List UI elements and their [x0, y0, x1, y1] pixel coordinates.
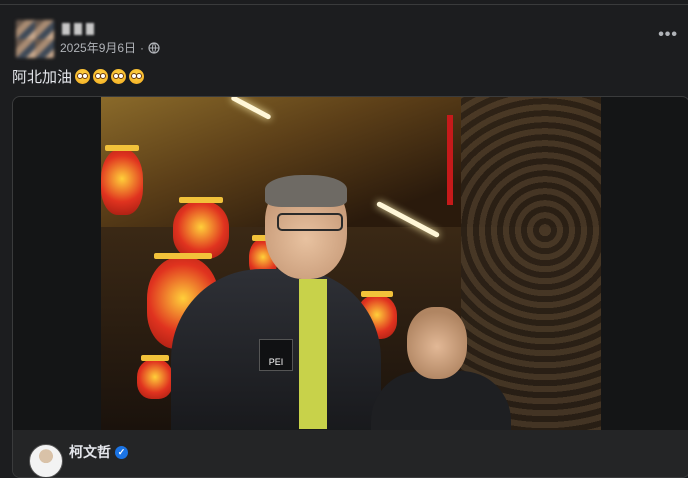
glasses [277, 213, 343, 231]
author-name-row: 柯文哲 ✓ [69, 442, 128, 462]
post-date[interactable]: 2025年9月6日 [60, 39, 136, 56]
lantern [101, 145, 143, 215]
poster-name-blurred[interactable] [62, 22, 106, 36]
pleading-face-emoji [75, 69, 91, 84]
more-options-icon[interactable]: ••• [658, 26, 678, 44]
yellow-collar [299, 279, 327, 429]
shared-photo[interactable]: PEI [101, 97, 601, 430]
post-caption: 阿北加油 [12, 66, 145, 87]
verified-badge-icon: ✓ [115, 445, 128, 459]
globe-icon[interactable] [148, 41, 160, 54]
red-tassel [447, 115, 453, 205]
pleading-face-emoji [93, 69, 109, 84]
author-avatar[interactable] [29, 444, 63, 477]
shared-post-card[interactable]: PEI 柯文哲 ✓ [12, 96, 688, 478]
background-person [371, 307, 511, 430]
main-person-hair [265, 175, 347, 207]
top-divider [0, 4, 688, 5]
jacket-patch: PEI [259, 339, 293, 371]
pleading-face-emoji [111, 69, 127, 84]
lantern [137, 355, 173, 399]
poster-avatar-blurred[interactable] [16, 20, 54, 58]
pleading-face-emoji [129, 69, 145, 84]
author-name[interactable]: 柯文哲 [69, 442, 111, 462]
background-person-face [407, 307, 467, 379]
caption-text: 阿北加油 [12, 69, 73, 86]
meta-separator: · [140, 40, 145, 55]
main-person: PEI [171, 175, 381, 430]
background-person-jacket [371, 371, 511, 430]
post-meta: 2025年9月6日 · [60, 39, 160, 56]
